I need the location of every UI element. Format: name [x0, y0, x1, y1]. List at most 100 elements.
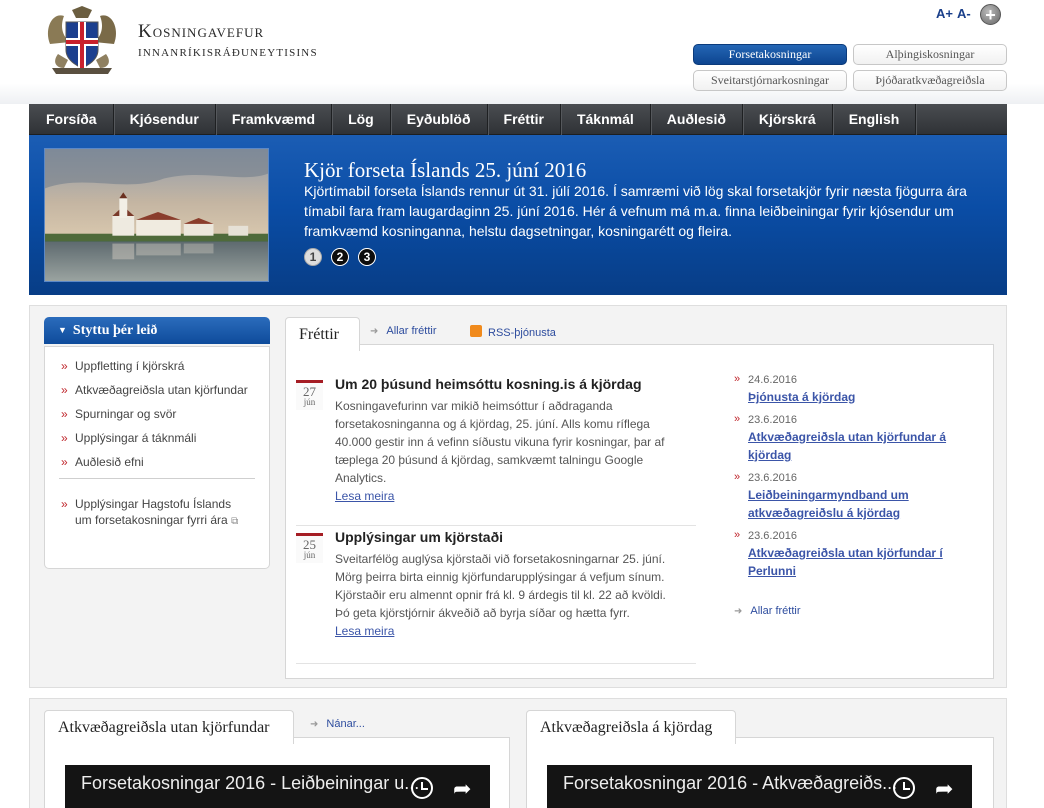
video-box-right: Forsetakosningar 2016 - Atkvæðagreiðs...… [526, 737, 994, 808]
video-player-right[interactable]: Forsetakosningar 2016 - Atkvæðagreiðs...… [547, 765, 972, 808]
date-month: jún [303, 397, 316, 407]
site-title-line2: innanríkisráðuneytisins [138, 43, 318, 60]
article-title[interactable]: Upplýsingar um kjörstaði [335, 529, 705, 545]
hero-image[interactable] [44, 148, 269, 282]
tab-forsetakosningar[interactable]: Forsetakosningar [693, 44, 847, 65]
rss-icon [470, 325, 482, 337]
nav-item-audlesid[interactable]: Auðlesið [651, 104, 743, 135]
slide-pager: 1 2 3 [304, 248, 385, 266]
font-increase-button[interactable]: A+ [936, 6, 953, 21]
shortcuts-box: Uppfletting í kjörskrá Atkvæðagreiðsla u… [44, 346, 270, 569]
plus-circle-icon[interactable]: + [980, 4, 1001, 25]
side-news-date: 23.6.2016 [748, 530, 797, 542]
article-body: Sveitarfélög auglýsa kjörstaði við forse… [335, 550, 680, 640]
list-item: 24.6.2016 Þjónusta á kjördag [734, 373, 974, 406]
video-panel: Atkvæðagreiðsla utan kjörfundar ➜ Nánar..… [29, 698, 1007, 808]
shortcut-item[interactable]: Spurningar og svör [45, 404, 269, 428]
article-text: Sveitarfélög auglýsa kjörstaði við forse… [335, 552, 666, 620]
site-title[interactable]: Kosningavefur innanríkisráðuneytisins [138, 22, 318, 62]
side-news-link[interactable]: Þjónusta á kjördag [748, 388, 974, 406]
date-day: 27 [303, 384, 316, 399]
divider [296, 525, 696, 526]
side-all-news-link[interactable]: ➜ Allar fréttir [734, 605, 801, 617]
arrow-right-icon: ➜ [734, 606, 743, 617]
more-label: Nánar... [326, 718, 365, 730]
video-title: Forsetakosningar 2016 - Leiðbeiningar u.… [81, 773, 420, 793]
more-link[interactable]: ➜ Nánar... [310, 718, 365, 730]
video-box-left: Forsetakosningar 2016 - Leiðbeiningar u.… [44, 737, 510, 808]
nav-item-framkvaemd[interactable]: Framkvæmd [216, 104, 333, 135]
nav-item-english[interactable]: English [833, 104, 917, 135]
nav-item-forsida[interactable]: Forsíða [29, 104, 114, 135]
main-navigation: Forsíða Kjósendur Framkvæmd Lög Eyðublöð… [29, 104, 1007, 135]
article-text: Kosningavefurinn var mikið heimsóttur í … [335, 399, 665, 485]
all-news-label: Allar fréttir [386, 325, 437, 337]
date-badge: 25 jún [296, 533, 323, 563]
date-day: 25 [303, 537, 316, 552]
side-news-date: 23.6.2016 [748, 472, 797, 484]
list-item: 23.6.2016 Atkvæðagreiðsla utan kjörfunda… [734, 413, 974, 464]
read-more-link[interactable]: Lesa meira [335, 487, 680, 505]
all-news-link[interactable]: ➜ Allar fréttir [370, 325, 437, 337]
divider [59, 478, 255, 496]
slide-dot-3[interactable]: 3 [358, 248, 376, 266]
nav-item-taknmal[interactable]: Táknmál [561, 104, 651, 135]
font-decrease-button[interactable]: A- [957, 6, 971, 21]
read-more-link[interactable]: Lesa meira [335, 622, 680, 640]
watch-later-icon[interactable] [893, 777, 915, 799]
shortcut-item[interactable]: Atkvæðagreiðsla utan kjörfundar [45, 380, 269, 404]
date-badge: 27 jún [296, 380, 323, 410]
share-icon[interactable]: ➦ [935, 776, 953, 802]
side-news-date: 24.6.2016 [748, 374, 797, 386]
tab-frettir[interactable]: Fréttir [285, 317, 360, 351]
nav-item-eydublod[interactable]: Eyðublöð [391, 104, 488, 135]
watch-later-icon[interactable] [411, 777, 433, 799]
shortcut-item[interactable]: Uppfletting í kjörskrá [45, 356, 269, 380]
arrow-right-icon: ➜ [310, 719, 319, 730]
slide-dot-1[interactable]: 1 [304, 248, 322, 266]
side-all-news-label: Allar fréttir [750, 605, 801, 617]
list-item: 23.6.2016 Leiðbeiningarmyndband um atkvæ… [734, 471, 974, 522]
side-news-date: 23.6.2016 [748, 414, 797, 426]
shortcut-item[interactable]: Auðlesið efni [45, 452, 269, 476]
share-icon[interactable]: ➦ [453, 776, 471, 802]
tab-a-kjordag[interactable]: Atkvæðagreiðsla á kjördag [526, 710, 736, 744]
hero-banner: Kjör forseta Íslands 25. júní 2016 Kjört… [29, 135, 1007, 295]
content-panel: ▼ Styttu þér leið Uppfletting í kjörskrá … [29, 305, 1007, 688]
shortcut-item-hagstofa[interactable]: Upplýsingar Hagstofu Íslands um forsetak… [45, 496, 250, 530]
hero-title[interactable]: Kjör forseta Íslands 25. júní 2016 [304, 158, 586, 183]
video-player-left[interactable]: Forsetakosningar 2016 - Leiðbeiningar u.… [65, 765, 490, 808]
rss-link[interactable]: RSS-þjónusta [470, 325, 556, 339]
coat-of-arms-logo[interactable] [42, 4, 122, 76]
article-title[interactable]: Um 20 þúsund heimsóttu kosning.is á kjör… [335, 376, 705, 392]
triangle-icon: ▼ [58, 325, 67, 335]
nav-item-kjorskra[interactable]: Kjörskrá [743, 104, 833, 135]
hero-text: Kjörtímabil forseta Íslands rennur út 31… [304, 183, 967, 239]
arrow-right-icon: ➜ [370, 326, 379, 337]
site-title-line1: Kosningavefur [138, 21, 265, 42]
list-item: 23.6.2016 Atkvæðagreiðsla utan kjörfunda… [734, 529, 974, 580]
tab-utan-kjorfundar[interactable]: Atkvæðagreiðsla utan kjörfundar [44, 710, 294, 744]
tab-althingiskosningar[interactable]: Alþingiskosningar [853, 44, 1007, 65]
nav-item-kjosendur[interactable]: Kjósendur [114, 104, 216, 135]
article-body: Kosningavefurinn var mikið heimsóttur í … [335, 397, 680, 505]
side-news-list: 24.6.2016 Þjónusta á kjördag 23.6.2016 A… [734, 373, 974, 587]
tab-thjodaratkvaedagreidsla[interactable]: Þjóðaratkvæðagreiðsla [853, 70, 1007, 91]
news-box: 27 jún Um 20 þúsund heimsóttu kosning.is… [285, 344, 994, 679]
side-news-link[interactable]: Leiðbeiningarmyndband um atkvæðagreiðslu… [748, 486, 974, 522]
date-month: jún [303, 550, 316, 560]
shortcut-item[interactable]: Upplýsingar á táknmáli [45, 428, 269, 452]
divider [296, 663, 696, 664]
font-size-controls: A+ A- [936, 6, 975, 21]
nav-item-frettir[interactable]: Fréttir [488, 104, 561, 135]
video-title: Forsetakosningar 2016 - Atkvæðagreiðs... [563, 773, 898, 793]
shortcuts-title: Styttu þér leið [72, 323, 158, 338]
nav-item-log[interactable]: Lög [332, 104, 391, 135]
shortcuts-header: ▼ Styttu þér leið [44, 317, 270, 344]
rss-label: RSS-þjónusta [488, 327, 556, 339]
side-news-link[interactable]: Atkvæðagreiðsla utan kjörfundar á kjörda… [748, 428, 974, 464]
slide-dot-2[interactable]: 2 [331, 248, 349, 266]
side-news-link[interactable]: Atkvæðagreiðsla utan kjörfundar í Perlun… [748, 544, 974, 580]
external-link-icon: ⧉ [231, 516, 239, 527]
tab-sveitarstjornarkosningar[interactable]: Sveitarstjórnarkosningar [693, 70, 847, 91]
